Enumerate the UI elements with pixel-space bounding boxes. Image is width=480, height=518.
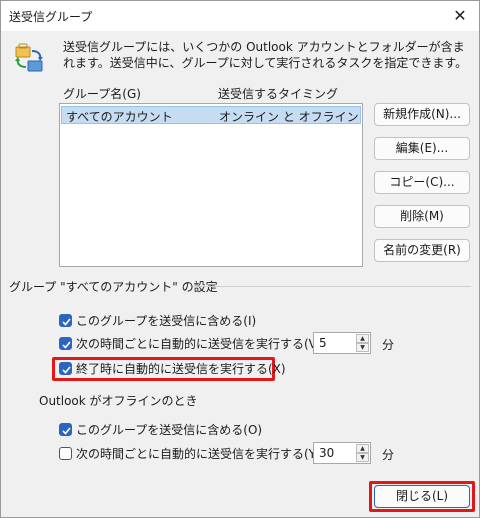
close-button[interactable]: 閉じる(L) xyxy=(374,485,470,508)
intro-text: 送受信グループには、いくつかの Outlook アカウントとフォルダーが含まれま… xyxy=(63,40,468,70)
close-icon[interactable]: ✕ xyxy=(449,5,471,27)
copy-button[interactable]: コピー(C)... xyxy=(374,171,470,194)
rename-button[interactable]: 名前の変更(R) xyxy=(374,239,470,262)
column-header-timing: 送受信するタイミング xyxy=(218,87,339,101)
list-item-timing: オンライン と オフライン xyxy=(219,110,359,124)
schedule-minutes-unit: 分 xyxy=(382,338,395,352)
checkmark-icon xyxy=(62,366,71,374)
edit-button[interactable]: 編集(E)... xyxy=(374,137,470,160)
include-in-send-receive-label: このグループを送受信に含める(I) xyxy=(76,314,257,328)
checkmark-icon xyxy=(62,341,71,349)
schedule-minutes-value: 5 xyxy=(319,336,327,350)
stepper-down-icon[interactable]: ▼ xyxy=(356,343,369,352)
delete-button[interactable]: 削除(M) xyxy=(374,205,470,228)
send-receive-on-exit-label: 終了時に自動的に送受信を実行する(X) xyxy=(76,362,286,376)
offline-schedule-label: 次の時間ごとに自動的に送受信を実行する(Y) xyxy=(76,447,321,461)
send-receive-groups-dialog: 送受信グループ ✕ 送受信グループには、いくつかの Outlook アカウントと… xyxy=(0,0,480,518)
schedule-minutes-stepper[interactable]: 5 ▲ ▼ xyxy=(313,332,371,354)
window-title: 送受信グループ xyxy=(9,10,93,24)
group-list[interactable]: すべてのアカウント オンライン と オフライン xyxy=(59,103,363,267)
list-item-name: すべてのアカウント xyxy=(66,110,173,124)
schedule-send-receive-checkbox[interactable] xyxy=(59,337,72,350)
stepper-down-icon[interactable]: ▼ xyxy=(356,453,369,462)
include-in-send-receive-checkbox[interactable] xyxy=(59,314,72,327)
checkmark-icon xyxy=(62,427,71,435)
stepper-up-icon[interactable]: ▲ xyxy=(356,444,369,453)
offline-minutes-unit: 分 xyxy=(382,448,395,462)
schedule-send-receive-label: 次の時間ごとに自動的に送受信を実行する(V) xyxy=(76,337,322,351)
stepper-up-icon[interactable]: ▲ xyxy=(356,334,369,343)
checkmark-icon xyxy=(62,318,71,326)
send-receive-on-exit-checkbox[interactable] xyxy=(59,362,72,375)
title-bar: 送受信グループ ✕ xyxy=(1,1,479,31)
send-receive-groups-icon xyxy=(15,43,43,72)
offline-include-label: このグループを送受信に含める(O) xyxy=(76,423,263,437)
offline-include-checkbox[interactable] xyxy=(59,423,72,436)
offline-minutes-stepper[interactable]: 30 ▲ ▼ xyxy=(313,442,371,464)
offline-minutes-value: 30 xyxy=(319,446,335,460)
group-settings-heading: グループ "すべてのアカウント" の設定 xyxy=(9,280,218,294)
offline-heading: Outlook がオフラインのとき xyxy=(39,394,198,408)
group-divider xyxy=(193,286,471,287)
new-button[interactable]: 新規作成(N)... xyxy=(374,103,470,126)
list-item[interactable]: すべてのアカウント オンライン と オフライン xyxy=(61,106,361,124)
offline-schedule-checkbox[interactable] xyxy=(59,447,72,460)
column-header-group-name: グループ名(G) xyxy=(63,87,141,101)
